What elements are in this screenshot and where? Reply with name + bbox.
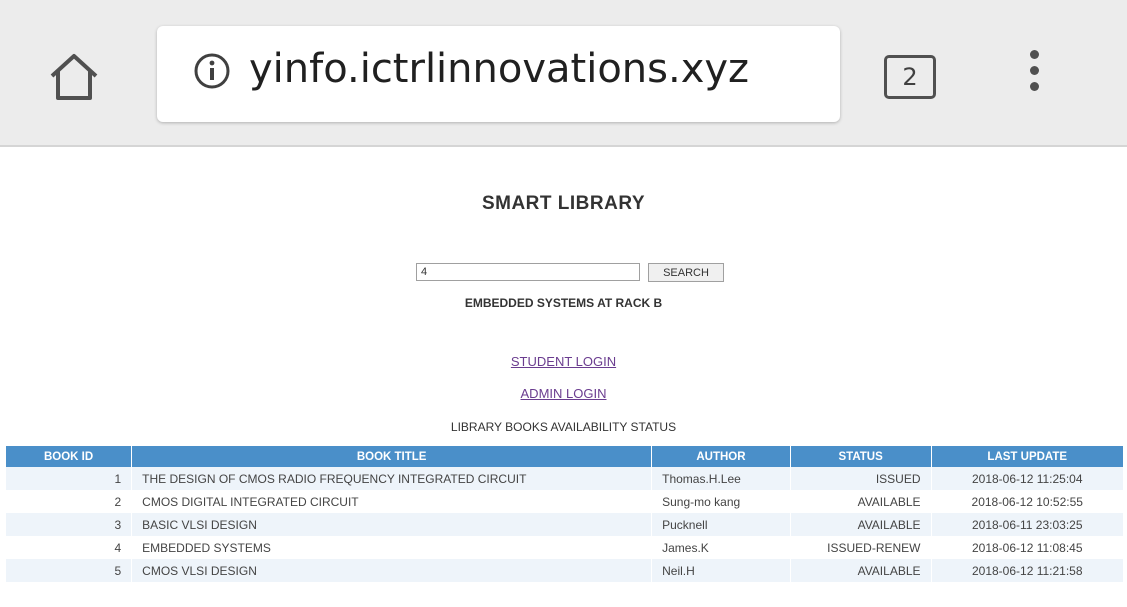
search-button[interactable]: SEARCH [648,263,724,282]
home-icon [50,54,98,100]
admin-login-link[interactable]: ADMIN LOGIN [0,386,1127,401]
cell-author: Pucknell [651,513,791,536]
table-row: 1 THE DESIGN OF CMOS RADIO FREQUENCY INT… [6,467,1125,490]
table-row: 4 EMBEDDED SYSTEMS James.K ISSUED-RENEW … [6,536,1125,559]
cell-last-update: 2018-06-12 11:21:58 [931,559,1125,582]
header-book-id: BOOK ID [6,446,133,467]
table-row: 3 BASIC VLSI DESIGN Pucknell AVAILABLE 2… [6,513,1125,536]
menu-icon[interactable] [1024,50,1044,106]
books-table: BOOK ID BOOK TITLE AUTHOR STATUS LAST UP… [6,446,1125,582]
cell-status: AVAILABLE [790,490,932,513]
cell-author: Thomas.H.Lee [651,467,791,490]
search-result: EMBEDDED SYSTEMS AT RACK B [464,296,663,310]
info-icon[interactable] [193,52,231,90]
cell-last-update: 2018-06-12 11:08:45 [931,536,1125,559]
table-header-row: BOOK ID BOOK TITLE AUTHOR STATUS LAST UP… [6,446,1125,467]
cell-book-title: EMBEDDED SYSTEMS [131,536,653,559]
cell-author: Sung-mo kang [651,490,791,513]
cell-book-id: 3 [6,513,133,536]
cell-author: James.K [651,536,791,559]
cell-status: AVAILABLE [790,559,932,582]
search-input[interactable] [416,263,640,281]
cell-book-id: 4 [6,536,133,559]
cell-book-title: CMOS VLSI DESIGN [131,559,653,582]
cell-last-update: 2018-06-12 11:25:04 [931,467,1125,490]
header-last-update: LAST UPDATE [931,446,1125,467]
header-book-title: BOOK TITLE [131,446,653,467]
table-row: 2 CMOS DIGITAL INTEGRATED CIRCUIT Sung-m… [6,490,1125,513]
cell-book-id: 2 [6,490,133,513]
cell-book-title: CMOS DIGITAL INTEGRATED CIRCUIT [131,490,653,513]
cell-status: ISSUED [790,467,932,490]
cell-book-id: 1 [6,467,133,490]
browser-toolbar: yinfo.ictrlinnovations.xyz 2 [0,0,1127,147]
table-caption: LIBRARY BOOKS AVAILABILITY STATUS [450,420,677,434]
url-text[interactable]: yinfo.ictrlinnovations.xyz [249,46,749,92]
tab-switcher-button[interactable]: 2 [884,55,936,99]
cell-last-update: 2018-06-11 23:03:25 [931,513,1125,536]
cell-author: Neil.H [651,559,791,582]
page-title: SMART LIBRARY [481,193,646,214]
student-login-link[interactable]: STUDENT LOGIN [0,354,1127,369]
cell-book-title: THE DESIGN OF CMOS RADIO FREQUENCY INTEG… [131,467,653,490]
cell-status: ISSUED-RENEW [790,536,932,559]
cell-last-update: 2018-06-12 10:52:55 [931,490,1125,513]
header-author: AUTHOR [651,446,791,467]
table-row: 5 CMOS VLSI DESIGN Neil.H AVAILABLE 2018… [6,559,1125,582]
cell-book-id: 5 [6,559,133,582]
address-bar[interactable]: yinfo.ictrlinnovations.xyz [157,26,840,122]
header-status: STATUS [790,446,932,467]
cell-status: AVAILABLE [790,513,932,536]
cell-book-title: BASIC VLSI DESIGN [131,513,653,536]
home-button[interactable] [46,52,102,102]
